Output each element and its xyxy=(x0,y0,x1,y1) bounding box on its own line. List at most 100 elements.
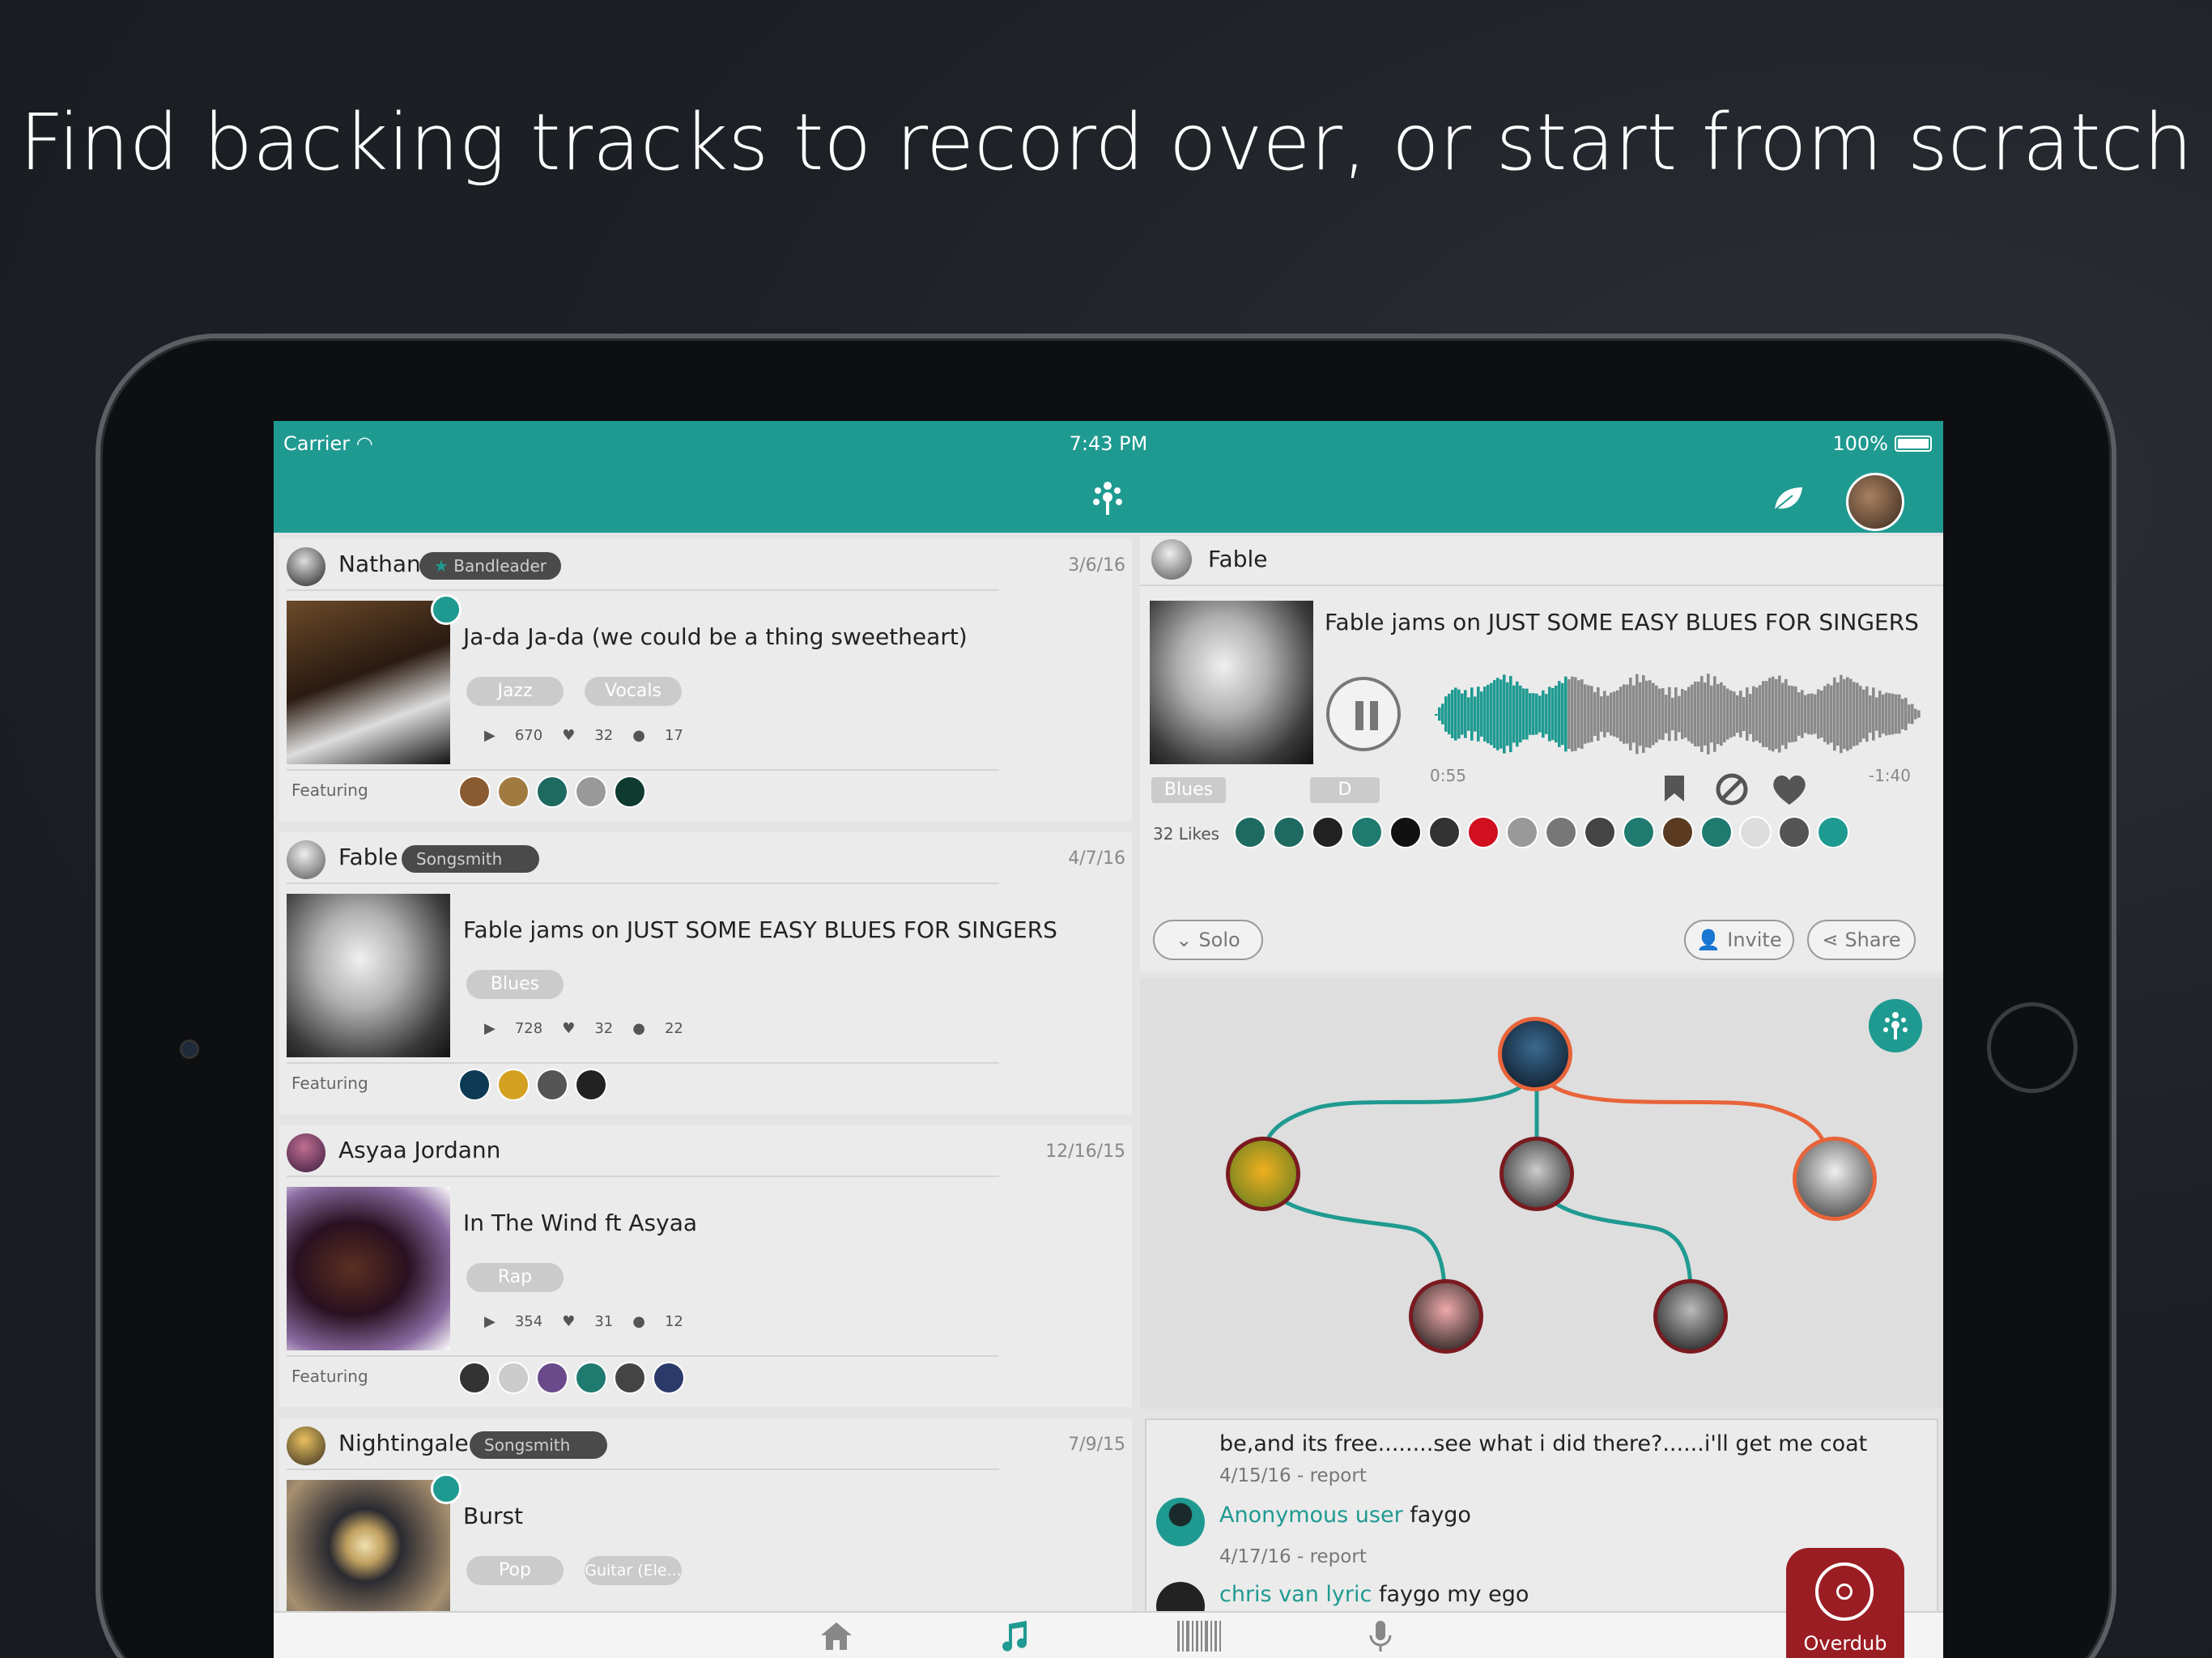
tree-logo-icon[interactable] xyxy=(1817,816,1849,848)
track-thumbnail[interactable] xyxy=(287,1480,450,1624)
track-thumbnail[interactable] xyxy=(1150,601,1313,764)
comment-meta[interactable]: 4/15/16 - report xyxy=(1219,1465,1367,1486)
track-thumbnail[interactable] xyxy=(287,894,450,1057)
featured-avatar[interactable] xyxy=(575,1362,607,1394)
tree-node-avatar[interactable] xyxy=(1793,1137,1877,1221)
invite-button[interactable]: 👤 Invite xyxy=(1684,920,1794,960)
tree-logo-icon[interactable] xyxy=(1083,473,1132,521)
liker-avatar[interactable] xyxy=(1389,816,1422,848)
liker-avatar[interactable] xyxy=(1312,816,1344,848)
avatar[interactable] xyxy=(287,1426,325,1465)
liker-avatar[interactable] xyxy=(1778,816,1810,848)
tag-pill[interactable]: Jazz xyxy=(466,677,564,706)
featured-avatar[interactable] xyxy=(536,1069,568,1101)
tree-node-avatar[interactable] xyxy=(1498,1017,1572,1091)
liker-avatar[interactable] xyxy=(1273,816,1305,848)
waveform-bar xyxy=(1642,675,1645,753)
waveform-bar xyxy=(1733,691,1736,737)
featured-avatar[interactable] xyxy=(614,1362,646,1394)
share-button[interactable]: ⋖ Share xyxy=(1807,920,1916,960)
feed-card[interactable]: Asyaa Jordann 12/16/15 In The Wind ft As… xyxy=(279,1125,1132,1407)
comment-meta[interactable]: 4/17/16 - report xyxy=(1219,1546,1367,1567)
genre-pill[interactable]: Blues xyxy=(1151,777,1226,803)
featured-avatar[interactable] xyxy=(653,1362,685,1394)
featured-avatar[interactable] xyxy=(458,1362,491,1394)
feed-card[interactable]: Fable Songsmith 4/7/16 Fable jams on JUS… xyxy=(279,832,1132,1114)
track-title[interactable]: Burst xyxy=(463,1503,523,1529)
comment-author[interactable]: chris van lyric xyxy=(1219,1582,1372,1607)
microphone-icon[interactable] xyxy=(1362,1618,1399,1655)
block-icon[interactable] xyxy=(1715,772,1749,806)
key-pill[interactable]: D xyxy=(1310,777,1380,803)
user-name[interactable]: Nathan xyxy=(338,551,421,577)
featured-avatar[interactable] xyxy=(575,1069,607,1101)
liker-avatar[interactable] xyxy=(1661,816,1694,848)
track-title[interactable]: Ja-da Ja-da (we could be a thing sweethe… xyxy=(463,623,968,650)
tag-pill[interactable]: Guitar (Ele... xyxy=(585,1556,682,1585)
track-title[interactable]: In The Wind ft Asyaa xyxy=(463,1209,697,1236)
liker-avatar[interactable] xyxy=(1234,816,1266,848)
liker-avatar[interactable] xyxy=(1351,816,1383,848)
solo-button[interactable]: ⌄ Solo xyxy=(1153,920,1263,960)
heart-icon[interactable] xyxy=(1770,772,1809,806)
tag-pill[interactable]: Vocals xyxy=(585,677,682,706)
user-name[interactable]: Asyaa Jordann xyxy=(338,1137,500,1163)
barcode-icon[interactable] xyxy=(1176,1618,1223,1655)
tree-node-avatar[interactable] xyxy=(1226,1137,1300,1211)
waveform[interactable] xyxy=(1435,669,1921,759)
waveform-bar xyxy=(1519,685,1522,743)
liker-avatar[interactable] xyxy=(1428,816,1461,848)
featured-avatar[interactable] xyxy=(536,776,568,808)
feed-card[interactable]: Nathan ★ Bandleader 3/6/16 Ja-da Ja-da (… xyxy=(279,539,1132,821)
leaf-icon[interactable] xyxy=(1772,484,1806,513)
featured-avatar[interactable] xyxy=(575,776,607,808)
liker-avatar[interactable] xyxy=(1545,816,1577,848)
avatar[interactable] xyxy=(287,840,325,879)
liker-avatar[interactable] xyxy=(1623,816,1655,848)
waveform-bar xyxy=(1843,678,1846,750)
tree-logo-icon[interactable] xyxy=(1869,999,1922,1052)
tag-pill[interactable]: Rap xyxy=(466,1263,564,1292)
track-thumbnail[interactable] xyxy=(287,601,450,764)
featured-avatar[interactable] xyxy=(536,1362,568,1394)
featured-avatar[interactable] xyxy=(497,1069,530,1101)
user-name[interactable]: Fable xyxy=(338,844,398,870)
tree-node-avatar[interactable] xyxy=(1499,1137,1574,1211)
tag-pill[interactable]: Pop xyxy=(466,1556,564,1585)
feed-card[interactable]: Nightingale Songsmith 7/9/15 Burst Pop G… xyxy=(279,1418,1132,1624)
anonymous-avatar[interactable] xyxy=(1156,1498,1205,1546)
featured-avatar[interactable] xyxy=(614,776,646,808)
featured-avatar[interactable] xyxy=(497,776,530,808)
avatar[interactable] xyxy=(287,547,325,586)
liker-avatar[interactable] xyxy=(1739,816,1772,848)
featuring-label: Featuring xyxy=(291,1367,368,1386)
liker-avatar[interactable] xyxy=(1584,816,1616,848)
featured-avatar[interactable] xyxy=(458,1069,491,1101)
likes-count[interactable]: 32 Likes xyxy=(1153,824,1219,844)
liker-avatar[interactable] xyxy=(1700,816,1733,848)
liker-avatar[interactable] xyxy=(1506,816,1538,848)
home-icon[interactable] xyxy=(818,1618,855,1655)
track-title[interactable]: Fable jams on JUST SOME EASY BLUES FOR S… xyxy=(463,916,1057,943)
featured-avatar[interactable] xyxy=(458,776,491,808)
tree-node-avatar[interactable] xyxy=(1653,1279,1728,1354)
waveform-bar xyxy=(1775,678,1778,750)
waveform-bar xyxy=(1765,681,1768,747)
avatar[interactable] xyxy=(287,1133,325,1172)
user-name[interactable]: Fable xyxy=(1208,546,1267,572)
tree-node-avatar[interactable] xyxy=(1409,1279,1483,1354)
comment-author[interactable]: Anonymous user xyxy=(1219,1503,1403,1528)
bookmark-icon[interactable] xyxy=(1661,774,1687,803)
music-note-icon[interactable] xyxy=(996,1618,1033,1655)
pause-button[interactable] xyxy=(1326,677,1401,751)
avatar[interactable] xyxy=(1151,539,1192,580)
liker-avatar[interactable] xyxy=(1467,816,1499,848)
tag-pill[interactable]: Blues xyxy=(466,970,564,999)
overdub-button[interactable]: Overdub xyxy=(1786,1548,1904,1658)
user-name[interactable]: Nightingale xyxy=(338,1430,469,1456)
profile-avatar[interactable] xyxy=(1846,473,1904,531)
track-thumbnail[interactable] xyxy=(287,1187,450,1350)
featured-avatar[interactable] xyxy=(497,1362,530,1394)
home-button[interactable] xyxy=(1987,1002,2078,1093)
collaboration-tree[interactable] xyxy=(1140,978,1943,1409)
